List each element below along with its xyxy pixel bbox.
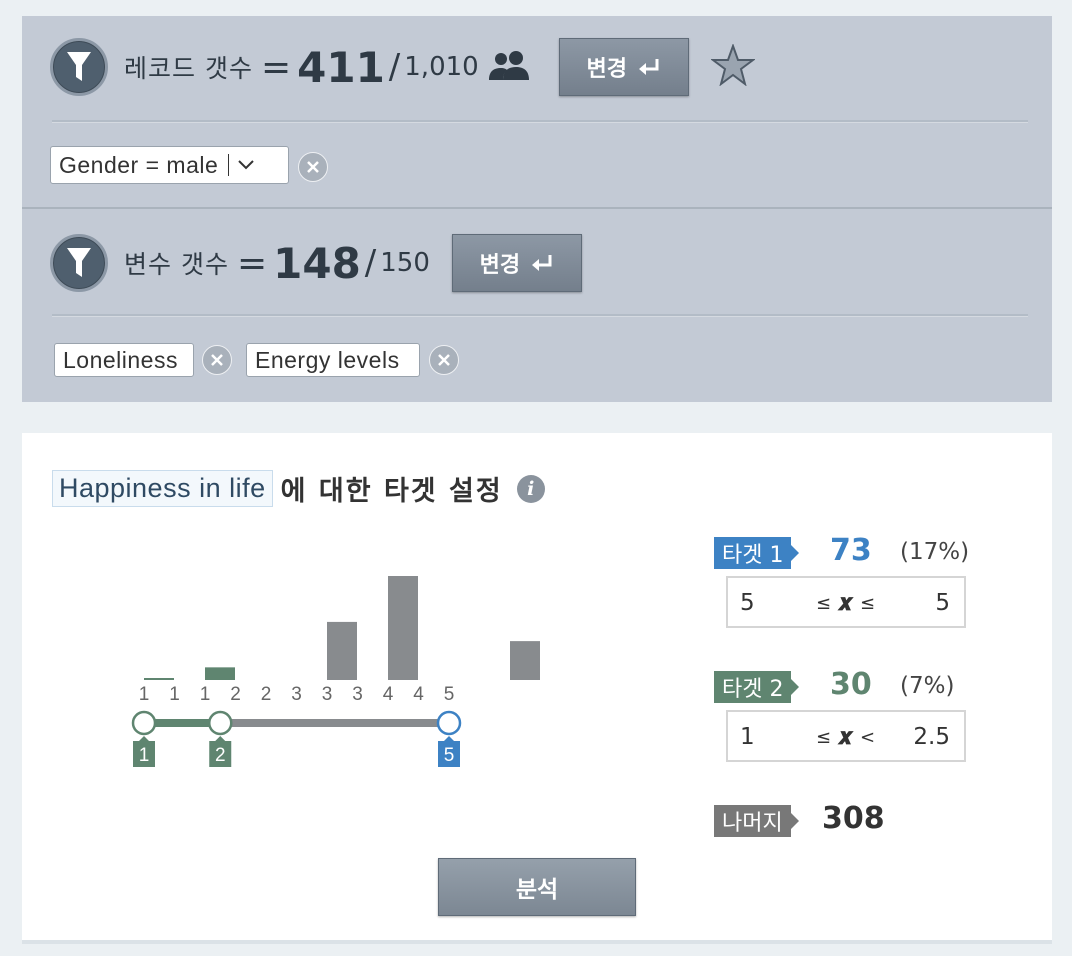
variable-chip-loneliness[interactable]: Loneliness	[54, 343, 194, 377]
target1-var: 𝒙	[838, 590, 853, 616]
divider	[52, 120, 1028, 123]
target1-count: 73	[830, 533, 872, 568]
tick-label: 1	[139, 684, 150, 705]
target-title: Happiness in life 에 대한 타겟 설정 i	[52, 469, 545, 508]
remove-energy-levels-button[interactable]	[429, 345, 459, 375]
variable-chip-label: Energy levels	[255, 346, 400, 373]
records-eq: =	[260, 46, 292, 88]
variable-filter-icon[interactable]	[50, 234, 108, 292]
target2-max[interactable]: 2.5	[913, 724, 950, 750]
slider-handle-label: 1	[139, 745, 150, 766]
rest-label: 나머지	[714, 805, 799, 837]
slider-handle-pointer	[139, 736, 149, 741]
slider-handle-label: 5	[444, 745, 455, 766]
divider	[52, 314, 1028, 317]
info-icon[interactable]: i	[516, 474, 545, 503]
variables-label: 변수 갯수	[124, 250, 229, 279]
target2-min[interactable]: 1	[740, 724, 755, 750]
tick-label: 4	[383, 684, 394, 705]
slider-handle[interactable]	[131, 710, 157, 736]
rest-count: 308	[822, 801, 885, 836]
tick-label: 2	[261, 684, 272, 705]
histogram-bar	[388, 576, 418, 680]
variables-slash: /	[364, 243, 377, 283]
tick-label: 3	[322, 684, 333, 705]
target2-range-input[interactable]: 1 ≤ 𝒙 < 2.5	[726, 710, 966, 762]
records-total: 1,010	[404, 52, 479, 82]
target2-label: 타겟 2	[714, 671, 801, 703]
gender-filter-label: Gender = male	[59, 151, 219, 178]
remove-gender-filter-button[interactable]	[298, 152, 328, 182]
analyze-button[interactable]: 분석	[438, 858, 636, 916]
target2-op-right: <	[860, 727, 876, 748]
histogram-bar	[510, 641, 540, 680]
chevron-down-icon	[238, 160, 254, 170]
histogram-bar	[144, 678, 174, 680]
target-title-suffix: 에 대한 타겟 설정	[280, 476, 503, 507]
tick-label: 2	[230, 684, 241, 705]
tick-label: 4	[413, 684, 424, 705]
variables-eq: =	[236, 242, 268, 284]
records-change-label: 변경	[586, 57, 627, 82]
tick-label: 3	[291, 684, 302, 705]
section-divider	[22, 207, 1052, 209]
gender-filter-select[interactable]: Gender = male	[50, 146, 289, 184]
tick-label: 1	[200, 684, 211, 705]
slider-handle-pointer	[444, 736, 454, 741]
star-icon[interactable]	[709, 43, 756, 90]
close-icon	[438, 354, 450, 366]
variables-count: 148	[273, 238, 361, 288]
target1-range-input[interactable]: 5 ≤ 𝒙 ≤ 5	[726, 576, 966, 628]
target2-var: 𝒙	[838, 724, 853, 750]
target-variable-name[interactable]: Happiness in life	[52, 470, 273, 507]
records-row: 레코드 갯수 = 411 / 1,010 변경	[50, 38, 756, 96]
panel-edge	[22, 940, 1052, 944]
histogram-bar	[205, 667, 235, 680]
slider-handle[interactable]	[208, 710, 233, 736]
target1-op-left: ≤	[816, 593, 832, 614]
target1-max[interactable]: 5	[935, 590, 950, 616]
tick-label: 1	[169, 684, 180, 705]
record-filter-icon[interactable]	[50, 38, 108, 96]
target2-count: 30	[830, 667, 872, 702]
variables-row: 변수 갯수 = 148 / 150 변경	[50, 234, 582, 292]
records-label: 레코드 갯수	[124, 54, 253, 83]
variable-chip-energy-levels[interactable]: Energy levels	[246, 343, 420, 377]
records-count: 411	[297, 42, 385, 92]
histogram-chart: 1 1 1 2 2 3 3 3 4 4 51 2 5	[131, 576, 540, 767]
people-icon	[487, 50, 533, 84]
variables-total: 150	[380, 248, 430, 278]
target1-percent: (17%)	[900, 539, 970, 565]
target1-op-right: ≤	[860, 593, 876, 614]
close-icon	[307, 161, 319, 173]
records-change-button[interactable]: 변경	[558, 38, 689, 96]
slider-handle-label: 2	[215, 745, 226, 766]
variables-change-button[interactable]: 변경	[451, 234, 582, 292]
enter-icon	[532, 255, 552, 271]
target-panel: Happiness in life 에 대한 타겟 설정 i 111223334…	[22, 433, 1052, 943]
enter-icon	[638, 59, 659, 75]
target2-op-left: ≤	[816, 727, 832, 748]
histogram-bar	[327, 621, 357, 680]
tick-label: 3	[352, 684, 363, 705]
target2-percent: (7%)	[900, 673, 955, 699]
tick-label: 5	[444, 684, 455, 705]
variable-chip-label: Loneliness	[63, 346, 178, 373]
slider-handle-pointer	[215, 736, 226, 741]
slider-handle[interactable]	[436, 710, 462, 736]
records-slash: /	[388, 47, 401, 87]
close-icon	[211, 354, 223, 366]
remove-loneliness-button[interactable]	[202, 345, 232, 375]
target1-label: 타겟 1	[714, 537, 801, 569]
target1-min[interactable]: 5	[740, 590, 755, 616]
filter-panel: 레코드 갯수 = 411 / 1,010 변경 Gender = male 변수…	[22, 16, 1052, 402]
variables-change-label: 변경	[479, 253, 521, 278]
